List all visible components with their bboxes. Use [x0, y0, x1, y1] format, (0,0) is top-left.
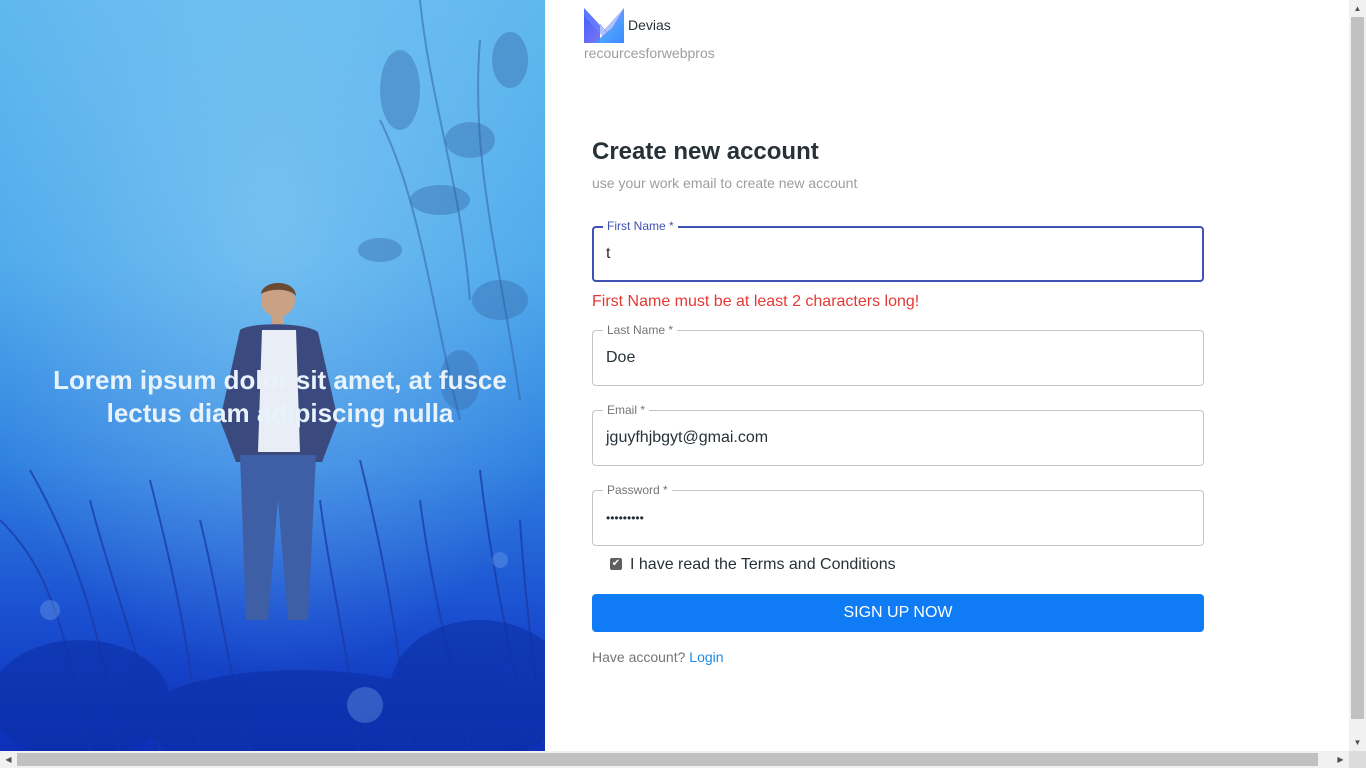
- password-field[interactable]: Password * •••••••••: [592, 483, 1204, 546]
- password-input[interactable]: •••••••••: [606, 511, 644, 525]
- hero-quote: Lorem ipsum dolor sit amet, at fusce lec…: [53, 365, 507, 428]
- have-account-text: Have account?: [592, 649, 686, 665]
- have-account-row: Have account? Login: [592, 649, 724, 665]
- first-name-field[interactable]: First Name * t: [592, 219, 1204, 282]
- terms-checkbox[interactable]: ✔: [610, 558, 622, 570]
- password-label: Password *: [603, 483, 672, 497]
- scroll-left-arrow-icon[interactable]: ◀: [0, 751, 17, 768]
- last-name-input[interactable]: Doe: [606, 349, 635, 367]
- first-name-input[interactable]: t: [606, 245, 610, 263]
- brand-tagline: recourcesforwebpros: [584, 45, 715, 61]
- vertical-scrollbar[interactable]: ▲ ▼: [1349, 0, 1366, 751]
- last-name-label: Last Name *: [603, 323, 678, 337]
- terms-label[interactable]: I have read the Terms and Conditions: [630, 556, 896, 574]
- scroll-right-arrow-icon[interactable]: ▶: [1332, 751, 1349, 768]
- devias-logo-icon: [584, 8, 624, 43]
- hero-panel: Lorem ipsum dolor sit amet, at fusce lec…: [0, 0, 545, 751]
- scrollbar-corner: [1349, 751, 1366, 768]
- email-field[interactable]: Email * jguyfhjbgyt@gmai.com: [592, 403, 1204, 466]
- login-link[interactable]: Login: [689, 649, 723, 665]
- scroll-down-arrow-icon[interactable]: ▼: [1349, 734, 1366, 751]
- email-label: Email *: [603, 403, 650, 417]
- scroll-up-arrow-icon[interactable]: ▲: [1349, 0, 1366, 17]
- first-name-label: First Name *: [603, 219, 678, 233]
- horizontal-scrollbar[interactable]: ◀ ▶: [0, 751, 1349, 768]
- horizontal-scrollbar-thumb[interactable]: [17, 753, 1318, 766]
- last-name-field[interactable]: Last Name * Doe: [592, 323, 1204, 386]
- first-name-error: First Name must be at least 2 characters…: [592, 293, 920, 310]
- form-title: Create new account: [592, 138, 819, 165]
- sign-up-button[interactable]: SIGN UP NOW: [592, 594, 1204, 632]
- vertical-scrollbar-thumb[interactable]: [1351, 17, 1364, 719]
- brand-name: Devias: [628, 17, 671, 33]
- email-input[interactable]: jguyfhjbgyt@gmai.com: [606, 429, 768, 447]
- form-subtitle: use your work email to create new accoun…: [592, 175, 858, 191]
